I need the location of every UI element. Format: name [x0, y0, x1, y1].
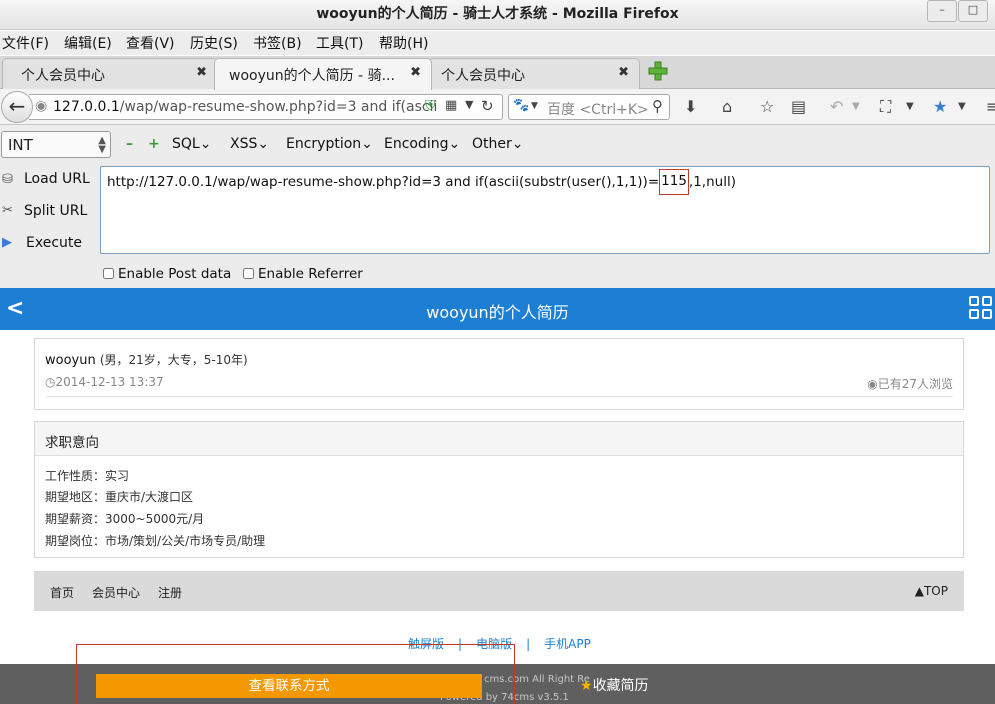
search-icon[interactable]: ⚲: [652, 97, 663, 115]
xss-menu[interactable]: XSS⌄: [230, 136, 269, 152]
favorite-resume-button[interactable]: ★收藏简历: [580, 675, 649, 695]
menu-edit[interactable]: 编辑(E): [64, 33, 112, 53]
url-text[interactable]: 127.0.0.1/wap/wap-resume-show.php?id=3 a…: [53, 99, 445, 115]
split-url-icon[interactable]: ✂: [2, 203, 13, 218]
stepper-icon: ▲ ▼: [98, 135, 106, 155]
footer-link-register[interactable]: 注册: [158, 584, 182, 601]
menu-file[interactable]: 文件(F): [2, 33, 49, 53]
star-icon: ★: [580, 678, 593, 694]
expected-position: 期望岗位：市场/策划/公关/市场专员/助理: [45, 534, 266, 548]
minimize-button[interactable]: –: [927, 0, 957, 22]
link-touch[interactable]: 触屏版: [408, 637, 444, 651]
bookmark-star-icon[interactable]: ☆: [760, 97, 774, 116]
page-header: < wooyun的个人简历: [0, 288, 995, 330]
footer-nav: 首页 会员中心 注册 ▲TOP: [34, 571, 964, 611]
reload-icon[interactable]: ↻: [481, 97, 494, 115]
dropdown-icon[interactable]: ▼: [852, 101, 860, 112]
sql-menu[interactable]: SQL⌄: [172, 136, 211, 152]
window-titlebar: wooyun的个人简历 - 骑士人才系统 - Mozilla Firefox –…: [0, 0, 995, 30]
bookmarks-list-icon[interactable]: ▤: [791, 97, 806, 116]
job-type: 工作性质：实习: [45, 469, 130, 483]
hackbar-panel: INT ▲ ▼ – + SQL⌄ XSS⌄ Encryption⌄ Encodin…: [0, 125, 995, 288]
dropdown-icon[interactable]: ▼: [906, 101, 914, 112]
tab-label: wooyun的个人简历 - 骑...: [229, 68, 395, 84]
undo-icon[interactable]: ↶: [830, 97, 843, 116]
link-app[interactable]: 手机APP: [544, 637, 591, 651]
back-to-top-link[interactable]: ▲TOP: [915, 584, 948, 598]
execute-icon[interactable]: ▶: [2, 235, 12, 250]
baidu-icon[interactable]: 🐾: [513, 98, 529, 113]
window-title: wooyun的个人简历 - 骑士人才系统 - Mozilla Firefox: [316, 6, 679, 22]
split-url-button[interactable]: Split URL: [24, 203, 87, 219]
other-menu[interactable]: Other⌄: [472, 136, 524, 152]
tab-bar: 个人会员中心 ✖ wooyun的个人简历 - 骑... ✖ 个人会员中心 ✖: [0, 56, 995, 90]
dropdown-icon[interactable]: ▼: [958, 101, 966, 112]
highlight-box: 115: [659, 169, 689, 195]
dropdown-icon[interactable]: ▼: [465, 98, 473, 111]
resume-name: wooyun (男，21岁，大专，5-10年): [45, 353, 248, 368]
view-contact-button[interactable]: 查看联系方式: [96, 674, 482, 698]
menu-help[interactable]: 帮助(H): [379, 33, 428, 53]
increase-button[interactable]: +: [148, 136, 160, 152]
menu-view[interactable]: 查看(V): [126, 33, 175, 53]
crop-icon[interactable]: ⛶: [880, 97, 891, 117]
menu-bookmarks[interactable]: 书签(B): [253, 33, 302, 53]
enable-referrer-checkbox[interactable]: Enable Referrer: [243, 266, 363, 282]
view-count: ◉已有27人浏览: [867, 377, 953, 391]
url-textarea[interactable]: http://127.0.0.1/wap/wap-resume-show.php…: [100, 166, 990, 254]
footer-link-home[interactable]: 首页: [50, 584, 74, 601]
enable-post-checkbox[interactable]: Enable Post data: [103, 266, 231, 282]
menu-tools[interactable]: 工具(T): [316, 33, 363, 53]
section-title: 求职意向: [35, 422, 963, 456]
grid-menu-icon[interactable]: [969, 296, 993, 320]
job-intention-card: 求职意向 工作性质：实习 期望地区：重庆市/大渡口区 期望薪资：3000~500…: [34, 421, 964, 558]
copyright-text: cms.com All Right Re: [484, 674, 590, 685]
menu-history[interactable]: 历史(S): [190, 33, 238, 53]
tab-label: 个人会员中心: [441, 68, 525, 84]
footer-link-member[interactable]: 会员中心: [92, 584, 140, 601]
divider: [45, 396, 953, 397]
site-info-icon[interactable]: ◉: [35, 98, 47, 114]
type-select[interactable]: INT ▲ ▼: [1, 131, 111, 158]
tab-resume[interactable]: wooyun的个人简历 - 骑... ✖: [214, 58, 432, 90]
resume-summary-card: wooyun (男，21岁，大专，5-10年) ◷2014-12-13 13:3…: [34, 338, 964, 410]
menu-icon[interactable]: ≡: [986, 97, 995, 116]
eye-icon: ◉: [867, 377, 878, 391]
search-input[interactable]: 百度 <Ctrl+K>: [547, 99, 649, 119]
navigation-bar: ◉ 127.0.0.1/wap/wap-resume-show.php?id=3…: [0, 89, 995, 125]
encoding-menu[interactable]: Encoding⌄: [384, 136, 460, 152]
version-links: 触屏版 | 电脑版 | 手机APP: [408, 637, 591, 651]
maximize-button[interactable]: □: [958, 0, 988, 22]
encryption-menu[interactable]: Encryption⌄: [286, 136, 373, 152]
close-icon[interactable]: ✖: [410, 65, 421, 80]
tab-member-center-1[interactable]: 个人会员中心 ✖: [2, 58, 218, 89]
load-url-button[interactable]: Load URL: [24, 171, 90, 187]
tab-member-center-2[interactable]: 个人会员中心 ✖: [428, 58, 640, 89]
bottom-action-bar: cms.com All Right Re Powered by 74cms v3…: [0, 664, 995, 704]
back-button[interactable]: ←: [1, 91, 33, 123]
qr-code-icon[interactable]: ▦: [445, 98, 457, 113]
expected-region: 期望地区：重庆市/大渡口区: [45, 490, 194, 504]
resume-date: ◷2014-12-13 13:37: [45, 375, 164, 389]
url-bar[interactable]: ◉ 127.0.0.1/wap/wap-resume-show.php?id=3…: [29, 94, 503, 120]
execute-button[interactable]: Execute: [26, 235, 82, 251]
clock-icon: ◷: [45, 375, 56, 389]
menu-bar: 文件(F) 编辑(E) 查看(V) 历史(S) 书签(B) 工具(T) 帮助(H…: [0, 31, 995, 55]
close-icon[interactable]: ✖: [196, 65, 207, 80]
download-icon[interactable]: ⬇: [684, 97, 697, 116]
dropdown-icon[interactable]: ▼: [531, 101, 538, 111]
url-textarea-text: http://127.0.0.1/wap/wap-resume-show.php…: [107, 169, 736, 195]
load-url-icon[interactable]: ⛁: [2, 172, 13, 187]
decrease-button[interactable]: –: [126, 136, 133, 152]
home-icon[interactable]: ⌂: [722, 97, 732, 116]
page-title: wooyun的个人简历: [426, 303, 569, 322]
close-icon[interactable]: ✖: [618, 65, 629, 80]
tab-label: 个人会员中心: [21, 68, 105, 84]
link-pc[interactable]: 电脑版: [476, 637, 512, 651]
shield-icon[interactable]: ⛨: [425, 98, 436, 114]
new-tab-icon[interactable]: [648, 61, 668, 81]
search-box[interactable]: 🐾 ▼ 百度 <Ctrl+K> ⚲: [508, 94, 670, 120]
addon-star-icon[interactable]: ★: [933, 97, 947, 116]
expected-salary: 期望薪资：3000~5000元/月: [45, 512, 205, 526]
